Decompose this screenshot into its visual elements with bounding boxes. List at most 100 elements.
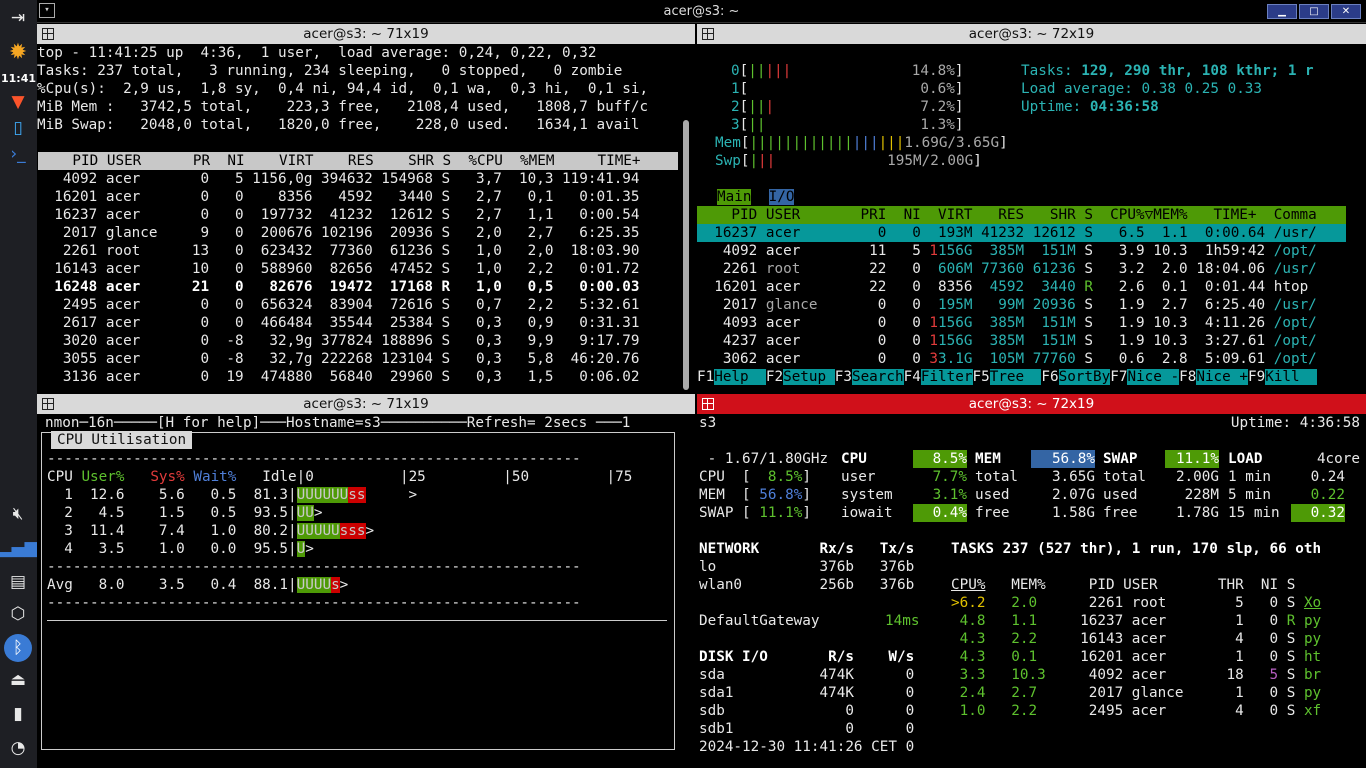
fkey-label[interactable]: Nice + bbox=[1196, 369, 1248, 385]
scrollbar[interactable] bbox=[683, 120, 689, 390]
system-monitor-icon[interactable]: ◔ bbox=[4, 734, 32, 762]
pane-htop[interactable]: acer@s3: ~ 72x19 0[||||| 14.8%] 1[ 0.6%] 2… bbox=[697, 24, 1366, 393]
pane-glances[interactable]: acer@s3: ~ 72x19 s3 Uptime: 4:36:58 - 1.6… bbox=[697, 394, 1366, 768]
hdr-cpu: CPU% bbox=[951, 577, 986, 593]
clock[interactable]: 11:41 bbox=[0, 72, 37, 85]
virt: 606M bbox=[929, 261, 973, 277]
clipboard-icon[interactable]: ▤ bbox=[4, 568, 32, 596]
table-row[interactable]: 16237 acer 0 0 193M 41232 12612 S 6.5 1.… bbox=[697, 224, 1346, 242]
network-header: NETWORK Rx/s Tx/s bbox=[699, 541, 915, 557]
disk-row: sda 474K 0 bbox=[699, 667, 915, 683]
uptime-label: Uptime: bbox=[1021, 99, 1090, 115]
bar-user: UU bbox=[296, 505, 314, 521]
cpu-bar-sys: ||| bbox=[765, 63, 792, 79]
split-icon[interactable] bbox=[702, 28, 714, 40]
table-row[interactable]: 2017 glance 0 0 195M 99M 20936 S 1.9 2.7… bbox=[697, 296, 1346, 314]
cpu: 4.3 bbox=[951, 631, 1012, 647]
hostname: s3 bbox=[699, 415, 717, 431]
pid-user-thr: 16201 acer 1 bbox=[1054, 649, 1244, 665]
nmon-cpu-row: 2 4.5 1.5 0.5 93.5|UU> bbox=[47, 504, 322, 522]
bar-tail: > bbox=[339, 577, 349, 593]
fkey-label[interactable]: Tree bbox=[989, 369, 1042, 385]
user: acer bbox=[765, 225, 844, 241]
state: S bbox=[1084, 225, 1093, 241]
table-row[interactable]: 4092 acer 11 5 1156G 385M 151M S 3.9 10.… bbox=[697, 242, 1346, 260]
fkey-label[interactable]: Help bbox=[714, 369, 766, 385]
cpu-id: 2 bbox=[731, 99, 740, 115]
ni: 0 bbox=[1243, 613, 1279, 629]
command: htop bbox=[1273, 279, 1309, 295]
process-row[interactable]: 1.0 2.2 2495 acer 4 0 S xf bbox=[951, 702, 1322, 720]
swap-stat-label: total bbox=[1103, 469, 1147, 485]
terminal-icon[interactable]: ›_ bbox=[4, 140, 32, 168]
fkey-label[interactable]: Setup bbox=[783, 369, 835, 385]
hdr-user: User% bbox=[81, 469, 125, 485]
bar-sep: | bbox=[288, 523, 297, 539]
cpu-mem-time: 0.6 2.8 5:09.61 bbox=[1092, 351, 1274, 367]
command: br bbox=[1303, 667, 1322, 683]
swap-stat-value: 228M bbox=[1184, 487, 1219, 503]
virt: 8356 bbox=[929, 279, 973, 295]
user: glance bbox=[765, 297, 844, 313]
state: S bbox=[1084, 351, 1093, 367]
pid-user-thr: 16237 acer 1 bbox=[1054, 613, 1244, 629]
process-row[interactable]: 4.3 0.1 16201 acer 1 0 S ht bbox=[951, 648, 1322, 666]
process-row[interactable]: >6.2 2.0 2261 root 5 0 S Xo bbox=[951, 594, 1321, 612]
volume-muted-icon[interactable]: 🔇︎ bbox=[4, 500, 32, 528]
process-row[interactable]: 4.3 2.2 16143 acer 4 0 S py bbox=[951, 630, 1322, 648]
quicklook-row: CPU [ 8.5%] bbox=[699, 468, 811, 486]
fkey-label[interactable]: Filter bbox=[920, 369, 973, 385]
package-icon[interactable]: ⬡ bbox=[4, 600, 32, 628]
table-row[interactable]: 16201 acer 22 0 8356 4592 3440 R 2.6 0.1… bbox=[697, 278, 1346, 296]
virt: 156G bbox=[938, 243, 973, 259]
swap-value: 195M/2.00G bbox=[775, 153, 974, 169]
weather-sun-icon[interactable]: ✹ bbox=[4, 38, 32, 66]
minimize-button[interactable]: ▁ bbox=[1267, 4, 1297, 19]
bluetooth-icon[interactable]: ᛒ bbox=[4, 634, 32, 662]
maximize-button[interactable]: □ bbox=[1299, 4, 1329, 19]
res-shr: 385M 151M bbox=[972, 333, 1085, 349]
tab-main[interactable]: Main bbox=[717, 189, 752, 205]
pane-nmon[interactable]: acer@s3: ~ 71x19 nmon─16n─────[H for hel… bbox=[37, 394, 695, 768]
text bbox=[1295, 703, 1304, 719]
table-row[interactable]: 4093 acer 0 0 1156G 385M 151M S 1.9 10.3… bbox=[697, 314, 1346, 332]
htop-function-keys: F1Help F2Setup F3SearchF4FilterF5Tree F6… bbox=[697, 368, 1317, 386]
battery-icon[interactable]: ▮ bbox=[4, 700, 32, 728]
cpu-mem-time: 3.2 2.0 18:04.06 bbox=[1092, 261, 1274, 277]
split-icon[interactable] bbox=[702, 398, 714, 410]
fkey-label[interactable]: Search bbox=[851, 369, 904, 385]
table-row[interactable]: 2261 root 22 0 606M 77360 61236 S 3.2 2.… bbox=[697, 260, 1346, 278]
disk-header: DISK I/O R/s W/s bbox=[699, 649, 915, 665]
file-manager-icon[interactable]: ▯ bbox=[4, 114, 32, 142]
close-button[interactable]: ✕ bbox=[1331, 4, 1361, 19]
tab-io[interactable]: I/O bbox=[768, 189, 795, 205]
logout-icon[interactable]: ⇥ bbox=[4, 4, 32, 32]
process-row[interactable]: 3.3 10.3 4092 acer 18 5 S br bbox=[951, 666, 1322, 684]
ni: 0 bbox=[1243, 595, 1279, 611]
network-signal-icon[interactable]: ▂▄▆ bbox=[0, 534, 38, 562]
cpu-mem-time: 6.5 1.1 0:00.64 bbox=[1092, 225, 1274, 241]
pri-ni: 0 0 bbox=[843, 297, 930, 313]
fkey-label[interactable]: SortBy bbox=[1058, 369, 1111, 385]
brave-browser-icon[interactable]: ▼ bbox=[4, 88, 32, 116]
fkey-label[interactable]: Kill bbox=[1265, 369, 1317, 385]
fkey-label[interactable]: Nice - bbox=[1127, 369, 1180, 385]
process-row[interactable]: 2.4 2.7 2017 glance 1 0 S py bbox=[951, 684, 1322, 702]
table-row[interactable]: 3062 acer 0 0 33.1G 105M 77760 S 0.6 2.8… bbox=[697, 350, 1346, 368]
cpu: 3.3 bbox=[951, 667, 1012, 683]
disk-row: sdb 0 0 bbox=[699, 703, 915, 719]
scale: |0 |25 |50 |75 bbox=[296, 469, 633, 485]
nmon-cpu-row: 1 12.6 5.6 0.5 81.3|UUUUUUss > bbox=[47, 486, 417, 504]
process-row[interactable]: 4.8 1.1 16237 acer 1 0 R py bbox=[951, 612, 1322, 630]
res-shr: 385M 151M bbox=[972, 315, 1085, 331]
eject-icon[interactable]: ⏏ bbox=[4, 666, 32, 694]
split-icon[interactable] bbox=[42, 398, 54, 410]
cpu-mem-time: 1.9 10.3 3:27.61 bbox=[1092, 333, 1274, 349]
hdr-cpu: CPU bbox=[47, 469, 82, 485]
pane-top[interactable]: acer@s3: ~ 71x19 top - 11:41:25 up 4:36,… bbox=[37, 24, 695, 393]
user: acer bbox=[765, 315, 844, 331]
split-icon[interactable] bbox=[42, 28, 54, 40]
text bbox=[985, 577, 1011, 593]
table-row[interactable]: 4237 acer 0 0 1156G 385M 151M S 1.9 10.3… bbox=[697, 332, 1346, 350]
uptime-line: Uptime: 04:36:58 bbox=[1021, 98, 1159, 116]
